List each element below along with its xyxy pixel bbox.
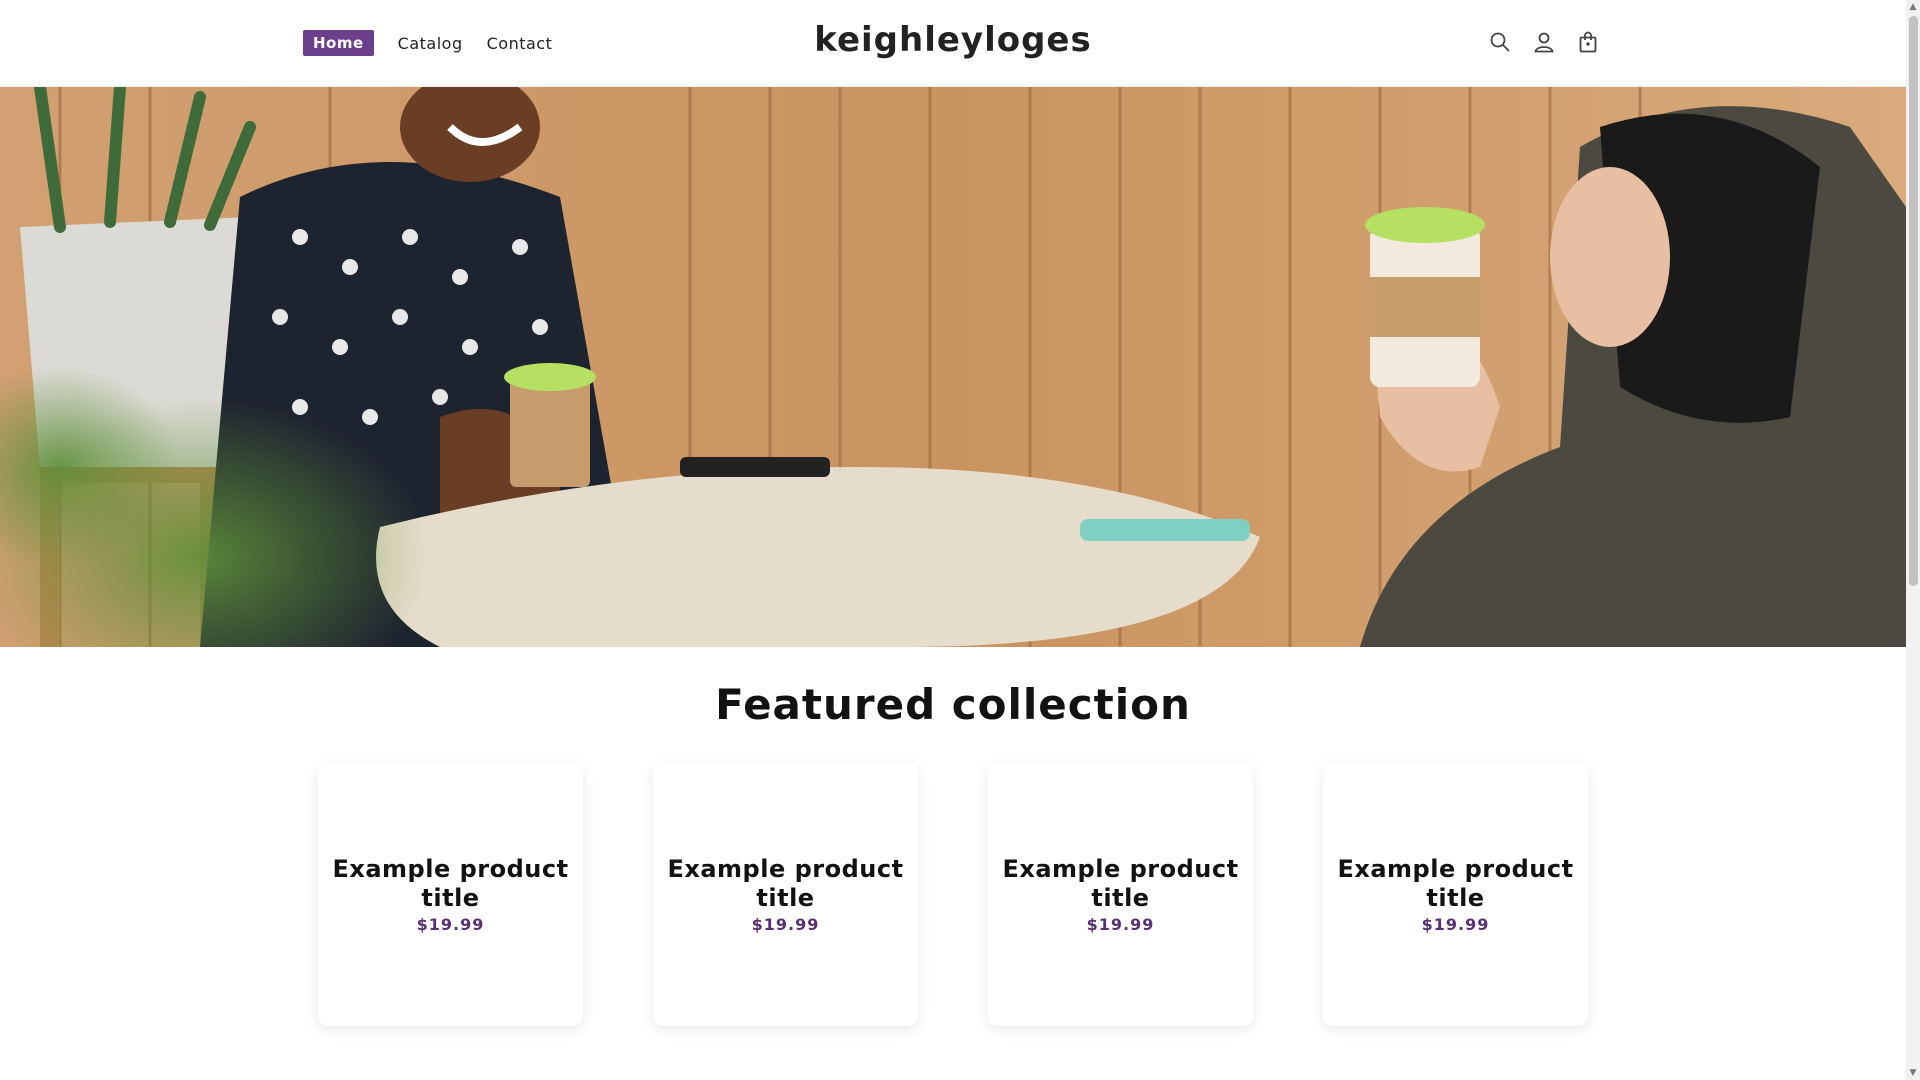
product-title[interactable]: Example product title — [1323, 855, 1588, 913]
main-nav: Home Catalog Contact — [303, 30, 576, 56]
scroll-up-arrow-icon[interactable]: ▲ — [1909, 3, 1917, 12]
product-card[interactable]: Example product title $19.99 — [988, 762, 1253, 1026]
product-card[interactable]: Example product title $19.99 — [1323, 762, 1588, 1026]
header-icons — [1488, 28, 1600, 56]
nav-home-link[interactable]: Home — [303, 30, 374, 56]
scroll-down-arrow-icon[interactable]: ▼ — [1909, 1069, 1917, 1078]
cart-icon[interactable] — [1576, 28, 1600, 56]
search-icon[interactable] — [1488, 28, 1512, 56]
product-title[interactable]: Example product title — [988, 855, 1253, 913]
product-grid: Example product title $19.99 Example pro… — [318, 762, 1588, 1026]
site-header: Home Catalog Contact keighleyloges — [0, 0, 1906, 87]
scrollbar-thumb[interactable] — [1909, 16, 1918, 586]
product-title[interactable]: Example product title — [653, 855, 918, 913]
product-price: $19.99 — [1086, 914, 1155, 934]
product-price: $19.99 — [416, 914, 485, 934]
product-price: $19.99 — [751, 914, 820, 934]
page-scrollbar[interactable]: ▲ ▼ — [1906, 0, 1920, 1080]
featured-collection-heading: Featured collection — [715, 680, 1191, 729]
store-logo-wrapper: keighleyloges — [0, 20, 1906, 60]
hero-banner-image — [0, 87, 1906, 647]
account-icon[interactable] — [1532, 28, 1556, 56]
product-card[interactable]: Example product title $19.99 — [653, 762, 918, 1026]
store-logo[interactable]: keighleyloges — [814, 20, 1091, 60]
nav-contact-link[interactable]: Contact — [487, 34, 553, 53]
product-title[interactable]: Example product title — [318, 855, 583, 913]
nav-catalog-link[interactable]: Catalog — [398, 34, 463, 53]
product-card[interactable]: Example product title $19.99 — [318, 762, 583, 1026]
product-price: $19.99 — [1421, 914, 1490, 934]
hero-illustration — [0, 87, 1906, 647]
